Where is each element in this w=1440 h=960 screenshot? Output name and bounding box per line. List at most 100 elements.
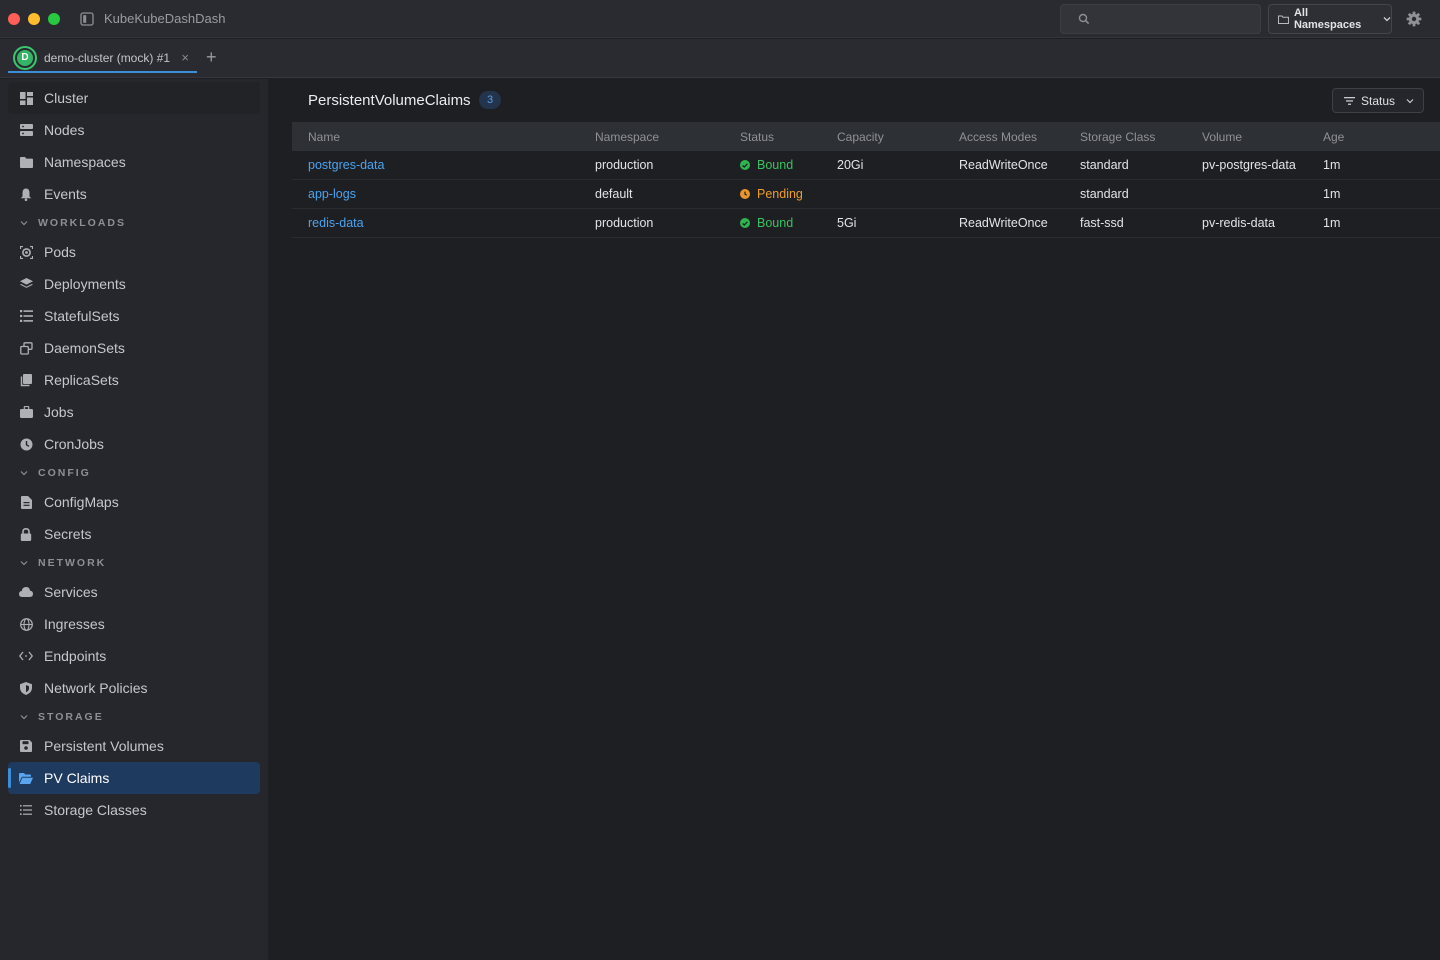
- folder-open-icon: [19, 771, 33, 785]
- sidebar-item-label: DaemonSets: [44, 340, 125, 356]
- sidebar-item-label: Network Policies: [44, 680, 148, 696]
- chevron-down-icon: [20, 468, 30, 478]
- sidebar-item-configmaps[interactable]: ConfigMaps: [8, 486, 260, 518]
- chevron-down-icon: [20, 558, 30, 568]
- chevron-down-icon: [1383, 17, 1391, 22]
- main-content: PersistentVolumeClaims 3 Status Name Nam…: [268, 79, 1440, 960]
- sidebar-item-label: Namespaces: [44, 154, 126, 170]
- sidebar-item-statefulsets[interactable]: StatefulSets: [8, 300, 260, 332]
- close-tab-icon[interactable]: ×: [181, 50, 189, 65]
- sidebar-item-jobs[interactable]: Jobs: [8, 396, 260, 428]
- sidebar-item-replicasets[interactable]: ReplicaSets: [8, 364, 260, 396]
- table-row[interactable]: redis-data production Bound 5Gi ReadWrit…: [292, 209, 1440, 238]
- sidebar-item-cluster[interactable]: Cluster: [8, 82, 260, 114]
- chevron-down-icon: [20, 218, 30, 228]
- sidebar-item-cronjobs[interactable]: CronJobs: [8, 428, 260, 460]
- sidebar-item-label: CronJobs: [44, 436, 104, 452]
- sidebar-item-secrets[interactable]: Secrets: [8, 518, 260, 550]
- volume-cell: pv-postgres-data: [1202, 158, 1296, 172]
- column-header-name[interactable]: Name: [292, 130, 595, 144]
- sidebar-item-label: ConfigMaps: [44, 494, 119, 510]
- column-header-capacity[interactable]: Capacity: [837, 130, 959, 144]
- capacity-cell: 20Gi: [837, 158, 864, 172]
- maximize-window-button[interactable]: [48, 13, 60, 25]
- filter-icon: [1344, 96, 1355, 105]
- sidebar-item-endpoints[interactable]: Endpoints: [8, 640, 260, 672]
- namespace-cell: default: [595, 187, 633, 201]
- section-title: WORKLOADS: [38, 217, 126, 229]
- briefcase-icon: [19, 405, 33, 419]
- age-cell: 1m: [1323, 158, 1341, 172]
- list-icon: [19, 803, 33, 817]
- sidebar-item-ingresses[interactable]: Ingresses: [8, 608, 260, 640]
- sidebar-item-label: Storage Classes: [44, 802, 147, 818]
- column-header-status[interactable]: Status: [740, 130, 837, 144]
- folder-icon: [1278, 15, 1289, 24]
- add-tab-button[interactable]: +: [206, 48, 217, 66]
- table-row[interactable]: app-logs default Pending standard 1m: [292, 180, 1440, 209]
- sidebar-item-label: Cluster: [44, 90, 89, 106]
- access-modes-cell: ReadWriteOnce: [959, 158, 1048, 172]
- pod-icon: [19, 245, 33, 259]
- file-icon: [19, 495, 33, 509]
- storage-class-cell: standard: [1080, 187, 1129, 201]
- chevron-down-icon: [1406, 98, 1414, 103]
- sidebar-item-nodes[interactable]: Nodes: [8, 114, 260, 146]
- sidebar-item-storage-classes[interactable]: Storage Classes: [8, 794, 260, 826]
- grid-icon: [19, 91, 33, 105]
- sidebar-item-label: Events: [44, 186, 87, 202]
- sidebar-item-network-policies[interactable]: Network Policies: [8, 672, 260, 704]
- minimize-window-button[interactable]: [28, 13, 40, 25]
- column-header-access-modes[interactable]: Access Modes: [959, 130, 1080, 144]
- shield-icon: [19, 681, 33, 695]
- storage-class-cell: standard: [1080, 158, 1129, 172]
- column-header-namespace[interactable]: Namespace: [595, 130, 740, 144]
- sidebar-toggle-icon[interactable]: [80, 12, 94, 26]
- sidebar-item-label: Pods: [44, 244, 76, 260]
- section-network[interactable]: NETWORK: [20, 555, 106, 571]
- namespace-select-label: All Namespaces: [1293, 7, 1362, 31]
- status-badge: Bound: [740, 158, 837, 172]
- chevron-down-icon: [20, 712, 30, 722]
- pvc-name-link[interactable]: postgres-data: [308, 158, 384, 172]
- column-header-storage-class[interactable]: Storage Class: [1080, 130, 1202, 144]
- pvc-name-link[interactable]: redis-data: [308, 216, 364, 230]
- sidebar-item-persistent-volumes[interactable]: Persistent Volumes: [8, 730, 260, 762]
- close-window-button[interactable]: [8, 13, 20, 25]
- cloud-icon: [19, 585, 33, 599]
- layers-icon: [19, 277, 33, 291]
- sidebar-item-label: Deployments: [44, 276, 126, 292]
- status-filter-label: Status: [1361, 93, 1396, 108]
- server-icon: [19, 123, 33, 137]
- column-header-volume[interactable]: Volume: [1202, 130, 1323, 144]
- section-storage[interactable]: STORAGE: [20, 709, 104, 725]
- storage-class-cell: fast-ssd: [1080, 216, 1124, 230]
- cluster-tab-bar: D demo-cluster (mock) #1 × +: [0, 39, 1440, 78]
- status-filter-button[interactable]: Status: [1332, 88, 1424, 113]
- sidebar-item-label: Nodes: [44, 122, 85, 138]
- sidebar-item-label: Ingresses: [44, 616, 105, 632]
- namespace-select[interactable]: All Namespaces: [1268, 4, 1392, 34]
- column-header-age[interactable]: Age: [1323, 130, 1403, 144]
- disk-icon: [19, 739, 33, 753]
- sidebar-item-daemonsets[interactable]: DaemonSets: [8, 332, 260, 364]
- sidebar-item-events[interactable]: Events: [8, 178, 260, 210]
- section-config[interactable]: CONFIG: [20, 465, 91, 481]
- cluster-tab[interactable]: D demo-cluster (mock) #1 ×: [8, 44, 197, 73]
- pvc-table: Name Namespace Status Capacity Access Mo…: [292, 122, 1440, 238]
- table-row[interactable]: postgres-data production Bound 20Gi Read…: [292, 151, 1440, 180]
- sidebar-item-services[interactable]: Services: [8, 576, 260, 608]
- status-badge: Pending: [740, 187, 837, 201]
- search-input[interactable]: [1060, 4, 1261, 34]
- pvc-name-link[interactable]: app-logs: [308, 187, 356, 201]
- title-bar: KubeKubeDashDash All Namespaces: [0, 0, 1440, 38]
- section-workloads[interactable]: WORKLOADS: [20, 215, 126, 231]
- settings-gear-icon[interactable]: [1405, 10, 1423, 28]
- sidebar-item-namespaces[interactable]: Namespaces: [8, 146, 260, 178]
- sidebar-item-pods[interactable]: Pods: [8, 236, 260, 268]
- cluster-tab-label: demo-cluster (mock) #1: [44, 50, 171, 65]
- status-badge: Bound: [740, 216, 837, 230]
- sidebar-item-pv-claims[interactable]: PV Claims: [8, 762, 260, 794]
- search-icon: [1078, 13, 1090, 25]
- sidebar-item-deployments[interactable]: Deployments: [8, 268, 260, 300]
